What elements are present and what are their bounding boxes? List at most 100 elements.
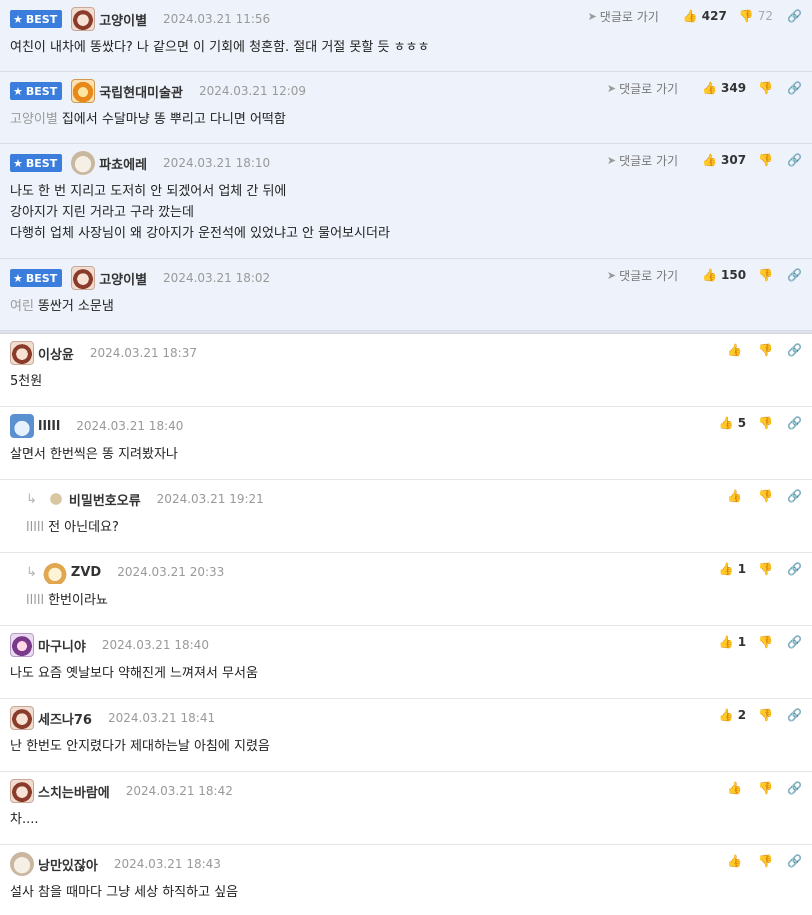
- star-icon: ★: [13, 12, 23, 26]
- goto-comment-link[interactable]: ➤ 댓글로 가기: [607, 267, 678, 284]
- best-badge: ★ BEST: [10, 269, 63, 287]
- send-arrow-icon: ➤: [587, 9, 597, 23]
- comment-body: 여친이 내차에 똥쌌다? 나 같으면 이 기회에 청혼함. 절대 거절 못할 듯…: [10, 40, 430, 55]
- puppy-icon[interactable]: [71, 151, 96, 175]
- downvote-button[interactable]: 👎: [758, 81, 773, 95]
- upvote-button[interactable]: 👍 427: [683, 9, 727, 23]
- thumbs-up-icon: 👍: [702, 81, 718, 95]
- comment-body: 살면서 한번씩은 똥 지려봤자나: [10, 447, 178, 462]
- upvote-count: 2: [737, 708, 747, 722]
- author-nick[interactable]: 이상윤: [38, 344, 74, 363]
- downvote-button[interactable]: 👎: [758, 562, 773, 576]
- upvote-button[interactable]: 👍: [727, 854, 746, 868]
- author-nick[interactable]: 고양이별: [99, 269, 147, 288]
- downvote-button[interactable]: 👎: [758, 268, 773, 282]
- upvote-button[interactable]: 👍 1: [719, 635, 746, 649]
- upvote-button[interactable]: 👍 349: [702, 81, 746, 95]
- author-nick[interactable]: 국립현대미술관: [99, 82, 183, 101]
- author-nick[interactable]: 마구니야: [38, 636, 86, 655]
- bear-icon[interactable]: [71, 266, 96, 290]
- thumbs-up-icon: 👍: [702, 153, 718, 167]
- author-nick[interactable]: ZVD: [71, 565, 101, 580]
- upvote-count: 307: [721, 153, 747, 167]
- bear-icon[interactable]: [10, 341, 34, 365]
- link-icon[interactable]: 🔗: [787, 9, 802, 23]
- author-nick[interactable]: lllll: [38, 419, 60, 434]
- goto-comment-link[interactable]: ➤ 댓글로 가기: [607, 80, 678, 97]
- comment-body: 나도 한 번 지리고 도저히 안 되겠어서 업체 간 뒤에 강아지가 지린 거라…: [10, 184, 390, 241]
- goto-comment-link[interactable]: ➤ 댓글로 가기: [607, 152, 678, 169]
- link-icon[interactable]: 🔗: [787, 153, 802, 167]
- upvote-button[interactable]: 👍: [727, 343, 746, 357]
- thumbs-up-icon: 👍: [727, 781, 743, 795]
- upvote-button[interactable]: 👍 150: [702, 268, 746, 282]
- comment-date: 2024.03.21 20:33: [117, 565, 225, 579]
- link-icon[interactable]: 🔗: [787, 781, 802, 795]
- star-icon: ★: [13, 84, 23, 98]
- upvote-button[interactable]: 👍: [727, 781, 746, 795]
- comment-body: lllll 한번이라뇨: [26, 593, 108, 608]
- author-nick[interactable]: 고양이별: [99, 10, 147, 29]
- send-arrow-icon: ➤: [606, 268, 617, 282]
- thumbs-down-icon: 👎: [758, 635, 774, 649]
- downvote-button[interactable]: 👎: [758, 781, 773, 795]
- comment-date: 2024.03.21 18:43: [113, 857, 221, 871]
- downvote-button[interactable]: 👎: [758, 416, 773, 430]
- author-nick[interactable]: 파쵸에레: [99, 154, 147, 173]
- link-icon[interactable]: 🔗: [787, 416, 802, 430]
- seal-icon[interactable]: [10, 414, 34, 438]
- link-icon[interactable]: 🔗: [787, 562, 802, 576]
- downvote-button[interactable]: 👎: [758, 708, 773, 722]
- link-icon[interactable]: 🔗: [787, 81, 802, 95]
- downvote-button[interactable]: 👎 72: [739, 9, 773, 23]
- author-nick[interactable]: 비밀번호오류: [69, 490, 141, 509]
- bear-icon[interactable]: [71, 7, 96, 31]
- thumbs-down-icon: 👎: [758, 81, 774, 95]
- thumbs-down-icon: 👎: [758, 268, 774, 282]
- upvote-button[interactable]: 👍 2: [719, 708, 746, 722]
- mention-nick[interactable]: lllll: [26, 593, 44, 608]
- link-icon[interactable]: 🔗: [787, 343, 802, 357]
- comment-body: 5천원: [10, 374, 43, 389]
- comment-date: 2024.03.21 18:02: [163, 271, 271, 285]
- downvote-button[interactable]: 👎: [758, 343, 773, 357]
- upvote-count: 150: [721, 268, 747, 282]
- upvote-button[interactable]: 👍 1: [719, 562, 746, 576]
- comment-body: 고양이별 집에서 수달마냥 똥 뿌리고 다니면 어떡함: [10, 112, 286, 127]
- mention-nick[interactable]: 고양이별: [10, 112, 58, 127]
- star-icon: ★: [13, 271, 23, 285]
- author-nick[interactable]: 스치는바람에: [38, 782, 110, 801]
- upvote-button[interactable]: 👍: [727, 489, 746, 503]
- best-comment: ★ BEST 고양이별 2024.03.21 18:02 ➤ 댓글로 가기 👍 150…: [0, 259, 812, 331]
- bear-icon[interactable]: [10, 706, 34, 730]
- bear-icon[interactable]: [10, 779, 34, 803]
- downvote-button[interactable]: 👎: [758, 153, 773, 167]
- upvote-button[interactable]: 👍 307: [702, 153, 746, 167]
- mention-nick[interactable]: 여린: [10, 299, 34, 314]
- bug-icon[interactable]: [46, 490, 65, 508]
- link-icon[interactable]: 🔗: [787, 635, 802, 649]
- upvote-button[interactable]: 👍 5: [719, 416, 746, 430]
- puppy-icon[interactable]: [10, 852, 34, 876]
- thumbs-up-icon: 👍: [718, 416, 734, 430]
- comment: 세즈나76 2024.03.21 18:41 👍 2 👎 🔗 난 한번도 안지렸다…: [0, 699, 812, 772]
- thumbs-up-icon: 👍: [718, 562, 734, 576]
- goto-comment-link[interactable]: ➤ 댓글로 가기: [588, 8, 659, 25]
- author-nick[interactable]: 세즈나76: [38, 709, 92, 728]
- best-comment: ★ BEST 고양이별 2024.03.21 11:56 ➤ 댓글로 가기 👍 427…: [0, 0, 812, 72]
- link-icon[interactable]: 🔗: [787, 708, 802, 722]
- tiger-icon[interactable]: [71, 79, 96, 103]
- downvote-button[interactable]: 👎: [758, 489, 773, 503]
- mention-nick[interactable]: lllll: [26, 520, 44, 535]
- downvote-button[interactable]: 👎: [758, 854, 773, 868]
- author-nick[interactable]: 낭만있잖아: [38, 855, 98, 874]
- fox-icon[interactable]: [42, 560, 67, 584]
- link-icon[interactable]: 🔗: [787, 268, 802, 282]
- mix-icon[interactable]: [10, 633, 34, 657]
- link-icon[interactable]: 🔗: [787, 854, 802, 868]
- best-badge: ★ BEST: [10, 82, 63, 100]
- thumbs-down-icon: 👎: [758, 153, 774, 167]
- thumbs-up-icon: 👍: [727, 343, 743, 357]
- downvote-button[interactable]: 👎: [758, 635, 773, 649]
- link-icon[interactable]: 🔗: [787, 489, 802, 503]
